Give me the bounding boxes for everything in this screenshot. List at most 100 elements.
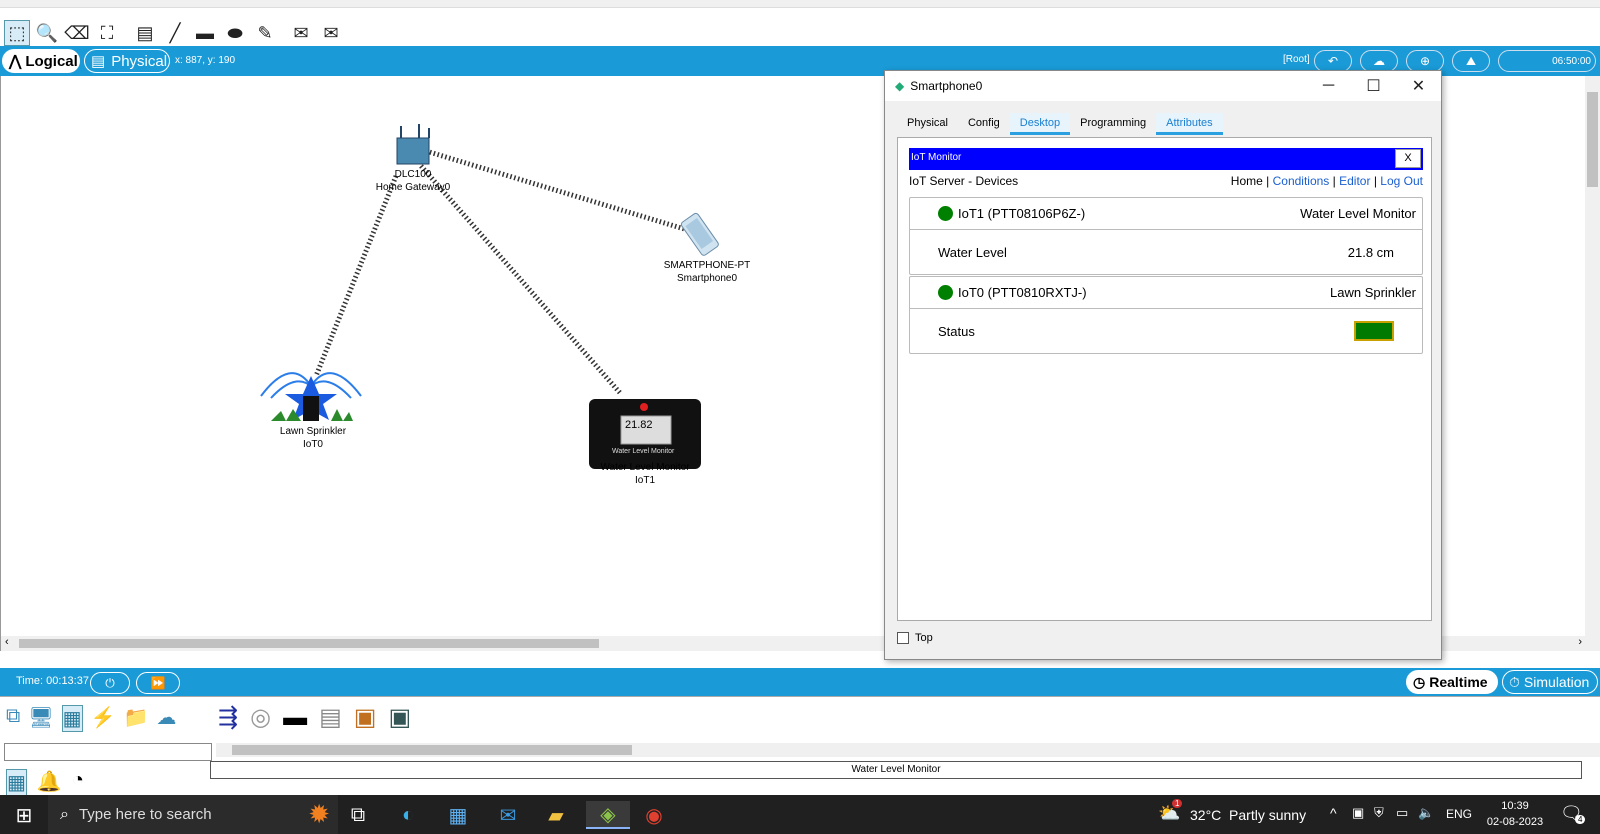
link-gateway-sprinkler bbox=[313, 175, 399, 377]
network-devices-icon[interactable]: ⧉ bbox=[6, 705, 20, 732]
desktop-panel: IoT Monitor X IoT Server - Devices Home … bbox=[897, 137, 1432, 621]
scroll-right-icon[interactable]: › bbox=[1578, 636, 1582, 648]
battery-icon[interactable]: ▭ bbox=[1396, 805, 1408, 821]
root-label[interactable]: [Root] bbox=[1283, 54, 1310, 65]
actuators-icon[interactable]: 🔔 bbox=[37, 769, 62, 796]
weather-badge: 1 bbox=[1172, 799, 1183, 808]
status-toggle[interactable] bbox=[1354, 321, 1394, 341]
taskbar-clock[interactable]: 10:39 02-08-2023 bbox=[1480, 798, 1550, 830]
scroll-left-icon[interactable]: ‹ bbox=[5, 636, 9, 648]
nav-conditions-link[interactable]: Conditions bbox=[1273, 174, 1330, 188]
inspect-icon[interactable]: 🔍 bbox=[34, 20, 60, 46]
sprinkler-icon[interactable] bbox=[260, 372, 362, 421]
edge-icon[interactable]: ◐ bbox=[394, 801, 422, 829]
line-icon[interactable]: ╱ bbox=[162, 20, 188, 46]
tab-physical[interactable]: Physical bbox=[897, 113, 958, 135]
boards-icon[interactable]: ▦ bbox=[6, 769, 27, 796]
device-card-header[interactable]: IoT0 (PTT0810RXTJ-) Lawn Sprinkler bbox=[910, 277, 1422, 309]
device-item-2-icon[interactable]: ◎ bbox=[250, 703, 271, 732]
store-icon[interactable]: ▦ bbox=[444, 801, 472, 829]
pdu-complex-icon[interactable]: ✉ bbox=[318, 20, 344, 46]
resize-icon[interactable]: ⛶ bbox=[94, 20, 120, 46]
fast-forward-icon[interactable]: ⏩ bbox=[136, 672, 180, 694]
logical-tab[interactable]: ⋀ Logical bbox=[2, 49, 80, 73]
chrome-icon[interactable]: ◉ bbox=[640, 801, 668, 829]
nav-logout-link[interactable]: Log Out bbox=[1380, 174, 1423, 188]
file-explorer-icon[interactable]: ▰ bbox=[542, 801, 570, 829]
back-icon[interactable]: ↶ bbox=[1314, 50, 1352, 72]
tray-chevron-icon[interactable]: ^ bbox=[1330, 805, 1337, 821]
horizontal-scroll-thumb[interactable] bbox=[19, 639, 599, 648]
maximize-button[interactable]: ☐ bbox=[1351, 71, 1396, 101]
weather-text[interactable]: 32°C Partly sunny bbox=[1190, 807, 1306, 823]
packet-tracer-icon[interactable]: ◈ bbox=[586, 801, 630, 829]
device-panel: ⧉ 🖥 ▦ ⚡ 📁 ☁ ▦ 🔔 ◔ ⇶ ◎ ▬ ▤ ▣ ▣ Water Leve… bbox=[0, 696, 1600, 796]
tab-programming[interactable]: Programming bbox=[1070, 113, 1156, 135]
cluster-icon[interactable]: ☁ bbox=[1360, 50, 1398, 72]
device-search-input[interactable] bbox=[4, 743, 212, 761]
power-cycle-icon[interactable]: ⏻ bbox=[90, 672, 130, 694]
simulation-button[interactable]: ⏱ Simulation bbox=[1502, 670, 1598, 694]
background-icon[interactable]: ⛰ bbox=[1452, 50, 1490, 72]
freeform-icon[interactable]: ✎ bbox=[252, 20, 278, 46]
meet-icon[interactable]: ▣ bbox=[1352, 805, 1364, 821]
clock-icon: ◷ bbox=[1413, 673, 1426, 690]
tab-desktop[interactable]: Desktop bbox=[1009, 113, 1071, 135]
iot-monitor-close-button[interactable]: X bbox=[1395, 149, 1421, 168]
physical-tab[interactable]: ▤ Physical bbox=[84, 49, 170, 73]
device-item-5-icon[interactable]: ▣ bbox=[354, 703, 377, 732]
vertical-scroll-thumb[interactable] bbox=[1587, 92, 1598, 187]
simulation-label: Simulation bbox=[1523, 674, 1590, 690]
device-card-header[interactable]: IoT1 (PTT08106P6Z-) Water Level Monitor bbox=[910, 198, 1422, 230]
nav-editor-link[interactable]: Editor bbox=[1339, 174, 1370, 188]
smartphone-icon[interactable] bbox=[680, 212, 719, 256]
nav-home-link[interactable]: Home bbox=[1231, 174, 1263, 188]
windows-start-icon[interactable]: ⊞ bbox=[10, 801, 38, 829]
tab-config[interactable]: Config bbox=[958, 113, 1010, 135]
delete-icon[interactable]: ⌫ bbox=[64, 20, 90, 46]
viewport-clock[interactable]: 06:50:00 bbox=[1498, 50, 1596, 72]
connections-icon[interactable]: ⚡ bbox=[91, 705, 116, 732]
mail-icon[interactable]: ✉ bbox=[494, 801, 522, 829]
move-object-icon[interactable]: ⊕ bbox=[1406, 50, 1444, 72]
water-monitor-icon[interactable] bbox=[589, 399, 701, 469]
rectangle-icon[interactable]: ▬ bbox=[192, 20, 218, 46]
select-icon[interactable]: ⬚ bbox=[4, 20, 30, 46]
taskbar-search[interactable]: ⌕ Type here to search ✹ bbox=[48, 795, 338, 834]
device-id: IoT0 (PTT0810RXTJ-) bbox=[958, 285, 1087, 300]
window-titlebar[interactable]: ◆ Smartphone0 ─ ☐ ✕ bbox=[885, 71, 1441, 101]
device-item-6-icon[interactable]: ▣ bbox=[388, 703, 411, 732]
realtime-button[interactable]: ◷ Realtime bbox=[1406, 670, 1498, 694]
ellipse-icon[interactable]: ⬬ bbox=[222, 20, 248, 46]
end-devices-icon[interactable]: 🖥 bbox=[28, 705, 53, 732]
misc-icon[interactable]: 📁 bbox=[123, 705, 148, 732]
vertical-scrollbar[interactable] bbox=[1585, 76, 1600, 651]
device-item-4-icon[interactable]: ▤ bbox=[319, 703, 342, 732]
app-icon: ◆ bbox=[895, 79, 905, 93]
minimize-button[interactable]: ─ bbox=[1306, 71, 1351, 101]
note-icon[interactable]: ▤ bbox=[132, 20, 158, 46]
security-icon[interactable]: ⛨ bbox=[1374, 805, 1384, 821]
gateway-model: DLC100 bbox=[394, 169, 432, 180]
volume-icon[interactable]: 🔈 bbox=[1418, 805, 1434, 821]
top-checkbox[interactable] bbox=[897, 632, 909, 644]
connections-layer bbox=[260, 124, 719, 469]
task-view-icon[interactable]: ⧉ bbox=[344, 801, 372, 829]
pdu-simple-icon[interactable]: ✉ bbox=[288, 20, 314, 46]
device-item-1-icon[interactable]: ⇶ bbox=[218, 703, 238, 732]
cursor-coordinates: x: 887, y: 190 bbox=[175, 55, 236, 66]
device-item-3-icon[interactable]: ▬ bbox=[283, 704, 307, 732]
logical-label: Logical bbox=[25, 52, 78, 70]
components-icon[interactable]: ▦ bbox=[61, 705, 83, 732]
close-button[interactable]: ✕ bbox=[1396, 71, 1441, 101]
language-indicator[interactable]: ENG bbox=[1446, 807, 1472, 821]
sensors-icon[interactable]: ◔ bbox=[72, 769, 84, 796]
top-checkbox-label: Top bbox=[915, 632, 933, 644]
field-value: 21.8 cm bbox=[1347, 244, 1394, 260]
device-list-scroll-thumb[interactable] bbox=[232, 745, 632, 755]
device-list: ⇶ ◎ ▬ ▤ ▣ ▣ bbox=[218, 703, 411, 732]
multiuser-icon[interactable]: ☁ bbox=[156, 705, 176, 732]
gateway-icon[interactable] bbox=[396, 124, 430, 165]
device-list-scrollbar[interactable] bbox=[216, 743, 1600, 757]
tab-attributes[interactable]: Attributes bbox=[1156, 113, 1223, 135]
